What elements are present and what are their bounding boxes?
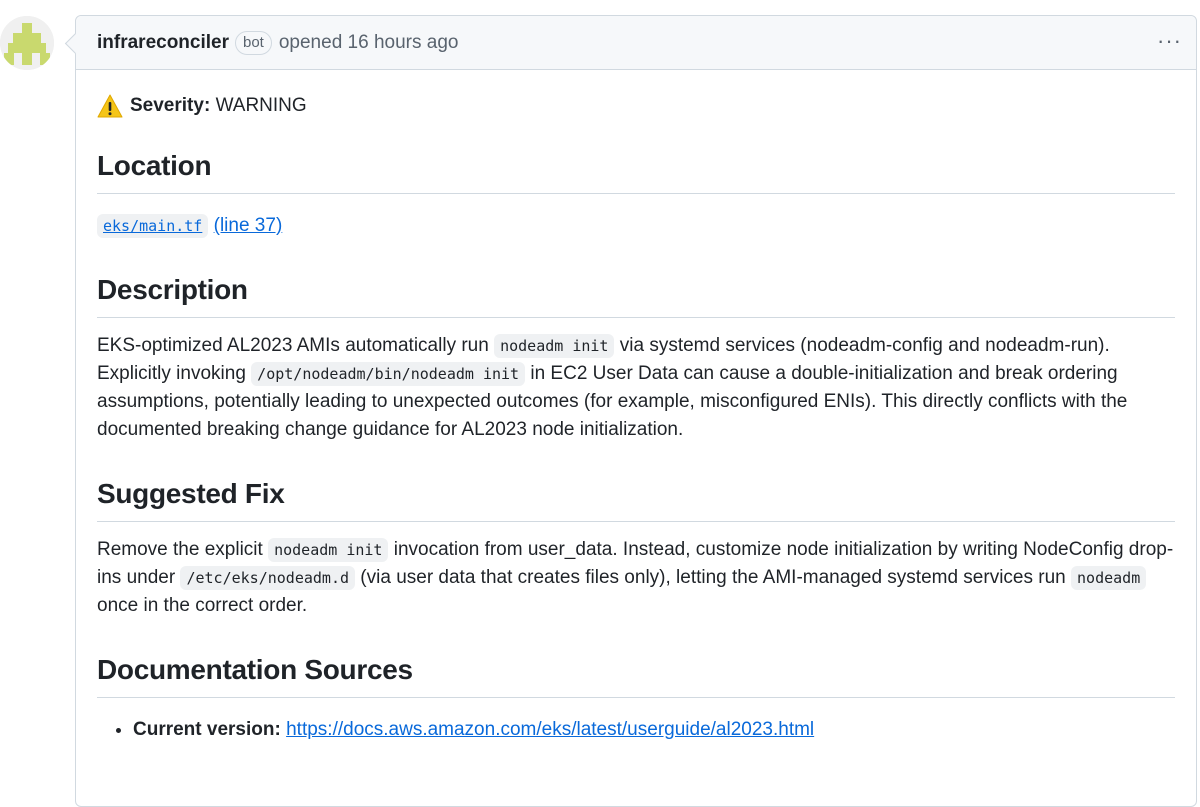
description-text: EKS-optimized AL2023 AMIs automatically … bbox=[97, 334, 1128, 440]
location-section: Location eks/main.tf (line 37) bbox=[97, 149, 1175, 240]
inline-code: nodeadm bbox=[1071, 566, 1147, 590]
inline-code: nodeadm init bbox=[268, 538, 389, 562]
severity-label: Severity: bbox=[130, 95, 211, 116]
suggested-fix-text: Remove the explicit nodeadm init invocat… bbox=[97, 538, 1174, 616]
documentation-list: Current version: https://docs.aws.amazon… bbox=[97, 716, 1175, 744]
author-avatar[interactable] bbox=[0, 16, 54, 70]
comment-timestamp[interactable]: opened 16 hours ago bbox=[279, 32, 459, 54]
documentation-heading: Documentation Sources bbox=[97, 653, 1175, 698]
file-path: eks/main.tf bbox=[97, 214, 209, 238]
location-heading: Location bbox=[97, 149, 1175, 194]
severity-value: WARNING bbox=[215, 95, 307, 116]
severity-line: Severity: WARNING bbox=[97, 92, 1175, 120]
issue-comment: infrareconciler bot opened 16 hours ago … bbox=[75, 15, 1197, 807]
identicon-icon bbox=[0, 16, 54, 70]
line-link[interactable]: (line 37) bbox=[214, 215, 283, 236]
list-item: Current version: https://docs.aws.amazon… bbox=[133, 716, 1175, 744]
warning-icon bbox=[97, 94, 123, 118]
comment-body: Severity: WARNING Location eks/main.tf (… bbox=[76, 70, 1196, 744]
suggested-fix-heading: Suggested Fix bbox=[97, 477, 1175, 522]
inline-code: /etc/eks/nodeadm.d bbox=[180, 566, 356, 590]
bot-badge: bot bbox=[235, 30, 272, 55]
documentation-link[interactable]: https://docs.aws.amazon.com/eks/latest/u… bbox=[286, 719, 814, 740]
documentation-section: Documentation Sources Current version: h… bbox=[97, 653, 1175, 744]
inline-code: /opt/nodeadm/bin/nodeadm init bbox=[251, 362, 526, 386]
kebab-menu-icon[interactable]: ··· bbox=[1157, 28, 1182, 54]
suggested-fix-section: Suggested Fix Remove the explicit nodead… bbox=[97, 477, 1175, 620]
description-section: Description EKS-optimized AL2023 AMIs au… bbox=[97, 273, 1175, 444]
author-name[interactable]: infrareconciler bbox=[97, 32, 229, 54]
file-link[interactable]: eks/main.tf bbox=[97, 214, 209, 238]
inline-code: nodeadm init bbox=[494, 334, 615, 358]
description-heading: Description bbox=[97, 273, 1175, 318]
comment-header: infrareconciler bot opened 16 hours ago … bbox=[76, 16, 1196, 70]
